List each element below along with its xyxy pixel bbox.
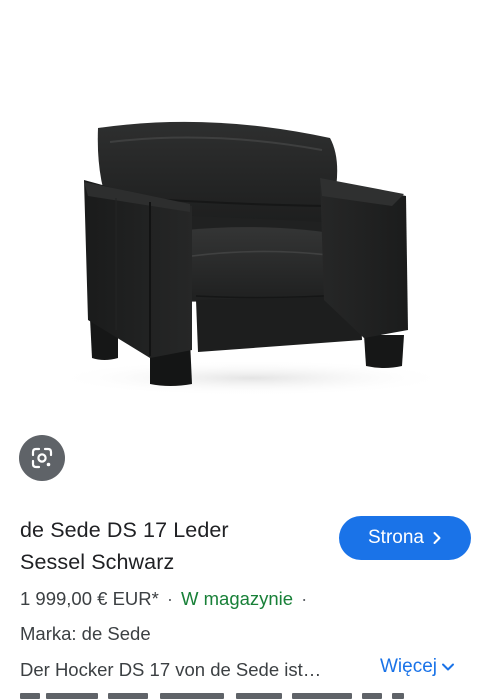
product-description: Der Hocker DS 17 von de Sede ist… <box>20 659 322 680</box>
stock-status: W magazynie <box>181 588 294 609</box>
armchair-image[interactable] <box>0 0 484 412</box>
product-image-area[interactable] <box>0 0 484 412</box>
product-title-line-1: de Sede DS 17 Leder <box>20 518 229 542</box>
google-lens-button[interactable] <box>19 435 65 481</box>
visit-site-button[interactable]: Strona <box>339 516 471 560</box>
brand-label: Marka: de Sede <box>20 623 151 644</box>
separator-dot-trailing: · <box>301 588 308 609</box>
google-lens-icon <box>31 447 53 469</box>
visit-site-label: Strona <box>368 527 424 548</box>
product-title[interactable]: de Sede DS 17 Leder Sessel Schwarz <box>20 514 320 578</box>
product-page: de Sede DS 17 Leder Sessel Schwarz Stron… <box>0 0 484 699</box>
product-title-line-2: Sessel Schwarz <box>20 550 175 574</box>
price-row: 1 999,00 € EUR* · W magazynie · <box>20 585 315 613</box>
separator-dot: · <box>166 588 174 609</box>
chevron-down-icon <box>442 663 455 671</box>
more-button[interactable]: Więcej <box>380 656 455 678</box>
price: 1 999,00 € EUR* <box>20 588 159 609</box>
more-label: Więcej <box>380 656 438 677</box>
chevron-right-icon <box>433 532 441 544</box>
next-line-cutoff <box>20 691 480 699</box>
